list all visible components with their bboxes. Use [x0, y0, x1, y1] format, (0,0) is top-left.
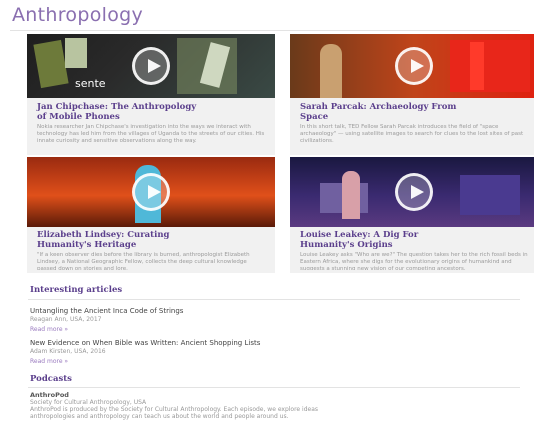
video-description: Louise Leakey asks "Who are we?" The que… — [300, 252, 528, 270]
podcasts-divider — [28, 387, 520, 388]
article-title[interactable]: Untangling the Ancient Inca Code of Stri… — [30, 307, 183, 315]
video-card[interactable]: sente Jan Chipchase: The Anthropology of … — [27, 34, 275, 155]
articles-divider — [28, 299, 520, 300]
read-more-link[interactable]: Read more » — [30, 358, 68, 365]
video-title[interactable]: Sarah Parcak: Archaeology From Space — [300, 102, 456, 122]
podcasts-heading: Podcasts — [30, 374, 72, 384]
play-icon[interactable] — [132, 47, 170, 85]
video-description: In this short talk, TED Fellow Sarah Par… — [300, 124, 524, 144]
video-thumbnail[interactable]: sente — [27, 34, 275, 98]
podcast-title[interactable]: AnthroPod — [30, 391, 69, 399]
podcast-description-2: anthropologies and anthropology can teac… — [30, 413, 289, 420]
video-thumbnail[interactable] — [290, 157, 534, 227]
video-title[interactable]: Jan Chipchase: The Anthropology of Mobile… — [37, 102, 196, 122]
thumbnail-caption: sente — [75, 77, 106, 90]
video-card[interactable]: Louise Leakey: A Dig For Humanity's Origi… — [290, 157, 534, 273]
play-icon[interactable] — [132, 173, 170, 211]
video-title[interactable]: Elizabeth Lindsey: Curating Humanity's He… — [37, 230, 169, 250]
video-thumbnail[interactable] — [27, 157, 275, 227]
play-icon[interactable] — [395, 173, 433, 211]
podcast-meta: Society for Cultural Anthropology, USA — [30, 399, 147, 406]
video-card[interactable]: Sarah Parcak: Archaeology From Space In t… — [290, 34, 534, 155]
video-description: Nokia researcher Jan Chipchase's investi… — [37, 124, 265, 144]
articles-heading: Interesting articles — [30, 285, 123, 295]
page-title: Anthropology — [12, 4, 144, 26]
article-title[interactable]: New Evidence on When Bible was Written: … — [30, 339, 260, 347]
video-description: "If a keen observer dies before the libr… — [37, 252, 250, 270]
video-card[interactable]: Elizabeth Lindsey: Curating Humanity's He… — [27, 157, 275, 273]
read-more-link[interactable]: Read more » — [30, 326, 68, 333]
play-icon[interactable] — [395, 47, 433, 85]
article-meta: Adam Kirsten, USA, 2016 — [30, 348, 106, 355]
title-divider — [10, 30, 520, 31]
video-thumbnail[interactable] — [290, 34, 534, 98]
podcast-description: AnthroPod is produced by the Society for… — [30, 406, 318, 413]
video-title[interactable]: Louise Leakey: A Dig For Humanity's Origi… — [300, 230, 418, 250]
article-meta: Reagan Ann, USA, 2017 — [30, 316, 102, 323]
